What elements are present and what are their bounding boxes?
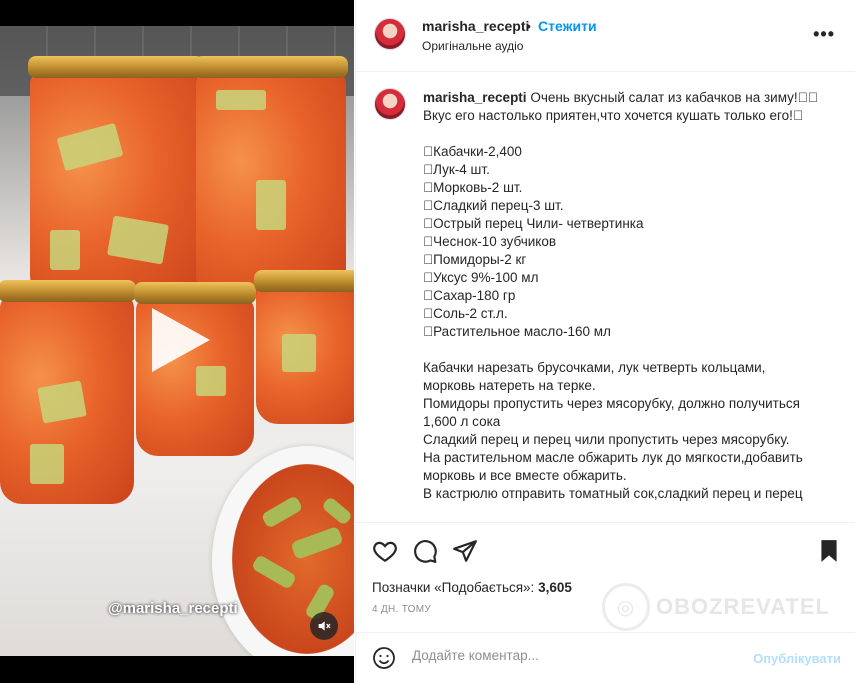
- ingredient-item: 􏿾Кабачки-2,400: [423, 144, 522, 159]
- comment-bar: Опублікувати: [356, 632, 855, 683]
- ingredient-item: 􏿾Острый перец Чили- четвертинка: [423, 216, 644, 231]
- recipe-step-line: Сладкий перец и перец чили пропустить че…: [423, 432, 790, 447]
- avatar[interactable]: [374, 18, 406, 50]
- recipe-step-line: На растительном масле обжарить лук до мя…: [423, 450, 803, 465]
- publish-button[interactable]: Опублікувати: [753, 651, 841, 666]
- recipe-step-line: морковь и все вместе обжарить.: [423, 468, 627, 483]
- username-link[interactable]: marisha_recepti: [422, 18, 529, 34]
- recipe-step-line: 1,600 л сока: [423, 414, 501, 429]
- ingredient-item: 􏿾Уксус 9%-100 мл: [423, 270, 539, 285]
- ingredient-item: 􏿾Сладкий перец-3 шт.: [423, 198, 564, 213]
- recipe-step-line: Кабачки нарезать брусочками, лук четверт…: [423, 360, 766, 375]
- mute-icon[interactable]: [310, 612, 338, 640]
- avatar[interactable]: [374, 88, 406, 120]
- ingredient-item: 􏿾Помидоры-2 кг: [423, 252, 527, 267]
- more-icon[interactable]: •••: [813, 24, 835, 45]
- recipe-step-line: В кастрюлю отправить томатный сок,сладки…: [423, 486, 803, 501]
- ingredient-item: 􏿾Чеснок-10 зубчиков: [423, 234, 557, 249]
- post-timestamp[interactable]: 4 ДН. ТОМУ: [372, 604, 431, 615]
- audio-link[interactable]: Оригінальне аудіо: [422, 39, 523, 53]
- jar-image: [254, 270, 354, 424]
- watermark-icon: ◎: [602, 583, 650, 631]
- caption-text: marisha_recepti Очень вкусный салат из к…: [423, 89, 823, 503]
- likes-count[interactable]: Позначки «Подобається»: 3,605: [372, 580, 572, 595]
- recipe-step-line: Помидоры пропустить через мясорубку, дол…: [423, 396, 800, 411]
- ingredient-item: 􏿾Морковь-2 шт.: [423, 180, 523, 195]
- watermark-logo: ◎ OBOZREVATEL: [602, 583, 830, 631]
- share-icon[interactable]: [452, 538, 478, 564]
- video-panel[interactable]: @marisha_recepti: [0, 0, 354, 683]
- play-icon[interactable]: [152, 308, 210, 372]
- post-sidebar: marisha_recepti • Стежити Оригінальне ау…: [355, 0, 855, 683]
- separator-dot: •: [526, 18, 531, 34]
- post-header: marisha_recepti • Стежити Оригінальне ау…: [356, 0, 855, 72]
- recipe-steps: Кабачки нарезать брусочками, лук четверт…: [423, 359, 823, 503]
- heart-icon[interactable]: [372, 538, 398, 564]
- post-actions: Позначки «Подобається»: 3,605 4 ДН. ТОМУ…: [356, 522, 855, 632]
- video-handle-overlay: @marisha_recepti: [108, 600, 238, 617]
- follow-button[interactable]: Стежити: [538, 18, 597, 34]
- comment-icon[interactable]: [412, 538, 438, 564]
- ingredient-list: 􏿾Кабачки-2,400 􏿾Лук-4 шт. 􏿾Морковь-2 шт. 􏿾С…: [423, 143, 823, 341]
- ingredient-item: 􏿾Сахар-180 гр: [423, 288, 516, 303]
- caption-intro: Очень вкусный салат из кабачков на зиму!…: [526, 90, 818, 105]
- ingredient-item: 􏿾Растительное масло-160 мл: [423, 324, 611, 339]
- ingredient-item: 􏿾Лук-4 шт.: [423, 162, 490, 177]
- emoji-icon[interactable]: [372, 646, 396, 670]
- bookmark-icon[interactable]: [816, 538, 842, 564]
- jar-image: [28, 56, 204, 298]
- caption-intro-2: Вкус его настолько приятен,что хочется к…: [423, 108, 804, 123]
- jar-image: [0, 280, 136, 504]
- recipe-step-line: морковь натереть на терке.: [423, 378, 596, 393]
- comment-input[interactable]: [412, 648, 732, 663]
- caption-username[interactable]: marisha_recepti: [423, 90, 527, 105]
- ingredient-item: 􏿾Соль-2 ст.л.: [423, 306, 508, 321]
- caption-scroll[interactable]: marisha_recepti Очень вкусный салат из к…: [356, 73, 855, 520]
- jar-image: [194, 56, 348, 298]
